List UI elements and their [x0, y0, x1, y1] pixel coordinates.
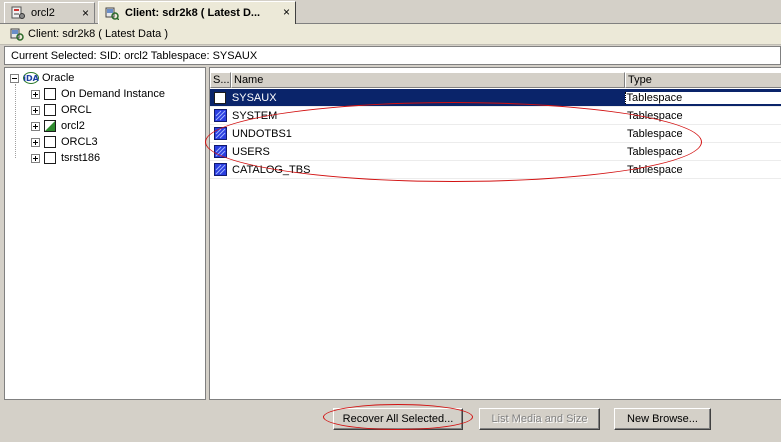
new-browse-button[interactable]: New Browse...: [614, 408, 711, 430]
tree-item-orcl[interactable]: ORCL: [31, 102, 92, 118]
tablespace-list[interactable]: S... Name Type SYSAUX Tablespace SYSTEM …: [209, 67, 781, 400]
checkbox[interactable]: [44, 104, 56, 116]
selected-tablespace-icon[interactable]: [214, 145, 227, 158]
tablespace-name: UNDOTBS1: [232, 127, 292, 140]
select-cell: [210, 109, 231, 122]
partial-checkbox[interactable]: [44, 120, 56, 132]
tree-item-orcl2[interactable]: orcl2: [31, 118, 85, 134]
column-header-select[interactable]: S...: [210, 72, 231, 88]
tablespace-name: SYSTEM: [232, 109, 278, 122]
current-selection-text: Current Selected: SID: orcl2 Tablespace:…: [11, 49, 258, 62]
expand-icon[interactable]: [31, 105, 40, 115]
tree-root-label: Oracle: [42, 72, 75, 84]
select-cell: [210, 163, 231, 176]
tablespace-type: Tablespace: [627, 127, 683, 140]
list-header: S... Name Type: [210, 72, 781, 88]
table-row[interactable]: CATALOG_TBS Tablespace: [210, 161, 781, 179]
close-icon[interactable]: ×: [82, 6, 89, 20]
tree-item-label: orcl2: [61, 120, 85, 132]
column-header-type[interactable]: Type: [625, 72, 781, 88]
table-row[interactable]: UNDOTBS1 Tablespace: [210, 125, 781, 143]
selected-tablespace-icon[interactable]: [214, 109, 227, 122]
client-icon: [10, 28, 24, 41]
close-icon[interactable]: ×: [283, 5, 290, 19]
tree-item-orcl3[interactable]: ORCL3: [31, 134, 98, 150]
checkbox[interactable]: [44, 136, 56, 148]
recover-all-selected-button[interactable]: Recover All Selected...: [333, 408, 463, 430]
action-bar: Recover All Selected... List Media and S…: [0, 400, 781, 442]
oracle-ida-icon: iDA: [23, 72, 39, 84]
select-cell: [210, 145, 231, 158]
client-browse-icon: [105, 7, 119, 20]
select-cell: [210, 91, 231, 104]
checkbox[interactable]: [214, 91, 227, 104]
list-media-and-size-button[interactable]: List Media and Size: [479, 408, 600, 430]
expand-icon[interactable]: [31, 121, 40, 131]
tablespace-name: SYSAUX: [231, 91, 277, 104]
selected-tablespace-icon[interactable]: [214, 163, 227, 176]
tree-item-label: tsrst186: [61, 152, 101, 164]
select-cell: [210, 127, 231, 140]
tree-item-tsrst186[interactable]: tsrst186: [31, 150, 100, 166]
tree-item-label: On Demand Instance: [61, 88, 165, 100]
expand-icon[interactable]: [31, 137, 40, 147]
tablespace-type: Tablespace: [624, 91, 781, 104]
tablespace-type: Tablespace: [627, 163, 683, 176]
tab-label: Client: sdr2k8 ( Latest D...: [125, 7, 261, 19]
checkbox[interactable]: [44, 88, 56, 100]
svg-text:iDA: iDA: [23, 74, 39, 83]
tab-client-browse[interactable]: Client: sdr2k8 ( Latest D... ×: [98, 1, 296, 24]
expand-icon[interactable]: [31, 153, 40, 163]
client-header: Client: sdr2k8 ( Latest Data ): [0, 24, 781, 45]
tree-item-on-demand-instance[interactable]: On Demand Instance: [31, 86, 165, 102]
tablespace-type: Tablespace: [627, 109, 683, 122]
collapse-icon[interactable]: [10, 73, 19, 83]
column-header-name[interactable]: Name: [231, 72, 625, 88]
tab-orcl2[interactable]: orcl2 ×: [4, 2, 95, 23]
table-row[interactable]: SYSAUX Tablespace: [210, 89, 781, 107]
table-row[interactable]: USERS Tablespace: [210, 143, 781, 161]
tree-item-label: ORCL: [61, 104, 92, 116]
checkbox[interactable]: [44, 152, 56, 164]
tablespace-name: USERS: [232, 145, 270, 158]
tree-root-oracle[interactable]: iDA Oracle: [10, 70, 74, 86]
current-selection-field: Current Selected: SID: orcl2 Tablespace:…: [4, 46, 781, 65]
expand-icon[interactable]: [31, 89, 40, 99]
database-config-icon: [11, 6, 25, 19]
tree-connector: [15, 84, 16, 158]
tab-label: orcl2: [31, 7, 55, 19]
tablespace-type: Tablespace: [627, 145, 683, 158]
selected-tablespace-icon[interactable]: [214, 127, 227, 140]
tree-item-label: ORCL3: [61, 136, 98, 148]
tablespace-name: CATALOG_TBS: [232, 163, 311, 176]
tab-strip: orcl2 × Client: sdr2k8 ( Latest D... ×: [0, 0, 781, 24]
instance-tree[interactable]: iDA Oracle On Demand Instance ORCL orcl2…: [4, 67, 206, 400]
table-row[interactable]: SYSTEM Tablespace: [210, 107, 781, 125]
client-label: Client: sdr2k8 ( Latest Data ): [28, 28, 169, 40]
